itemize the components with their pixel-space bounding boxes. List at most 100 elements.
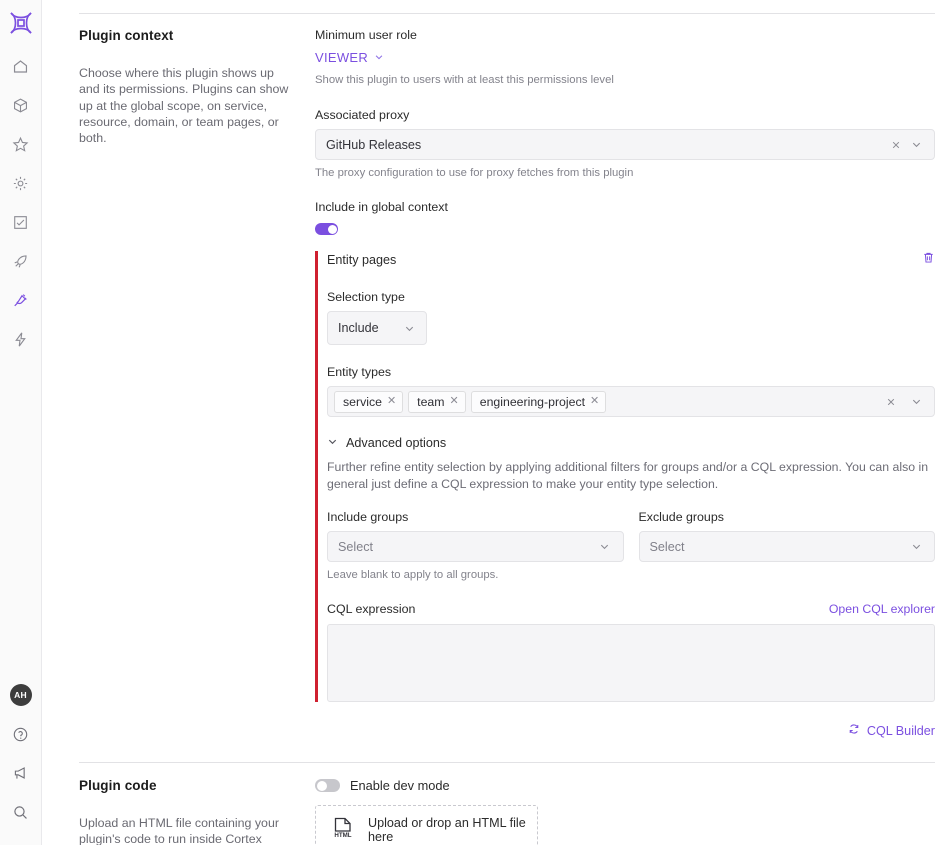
chip-remove-icon[interactable]: ✕	[590, 396, 599, 407]
sidebar-item-reports[interactable]	[5, 206, 37, 238]
help-button[interactable]	[5, 718, 37, 750]
chip-label: team	[417, 394, 445, 409]
dev-mode-label: Enable dev mode	[350, 778, 450, 793]
selection-type-value: Include	[338, 321, 379, 335]
sidebar-item-settings[interactable]	[5, 167, 37, 199]
exclude-groups-field: Exclude groups Select	[638, 510, 935, 562]
toggle-knob	[316, 780, 327, 791]
min-user-role-select[interactable]: VIEWER	[315, 50, 384, 65]
scorecard-icon	[12, 214, 29, 231]
include-global-context-label: Include in global context	[315, 200, 448, 214]
plugin-code-info: Plugin code Upload an HTML file containi…	[79, 778, 315, 845]
dev-mode-toggle[interactable]	[315, 779, 340, 792]
cql-builder-button[interactable]: CQL Builder	[315, 723, 935, 738]
exclude-groups-label: Exclude groups	[638, 510, 724, 524]
top-divider	[79, 13, 935, 14]
groups-row: Include groups Select Exclude groups Sel…	[327, 510, 935, 562]
cortex-logo-icon[interactable]	[6, 8, 36, 38]
search-icon	[12, 804, 29, 821]
toggle-knob	[327, 224, 337, 234]
cql-expression-textarea[interactable]	[327, 624, 935, 702]
plug-icon	[12, 292, 29, 309]
cql-header: CQL expression Open CQL explorer	[327, 602, 935, 616]
sidebar-item-scorecards[interactable]	[5, 128, 37, 160]
chevron-down-icon	[327, 436, 338, 450]
home-icon	[12, 58, 29, 75]
associated-proxy-label: Associated proxy	[315, 108, 410, 122]
page-title: Plugin context	[79, 28, 174, 43]
entity-pages-header: Entity pages	[327, 251, 935, 269]
groups-help-text: Leave blank to apply to all groups.	[327, 569, 499, 581]
html-upload-dropzone[interactable]: HTML Upload or drop an HTML file here	[315, 805, 538, 845]
include-groups-placeholder: Select	[338, 539, 374, 554]
sidebar-item-initiatives[interactable]	[5, 245, 37, 277]
open-cql-explorer-link[interactable]: Open CQL explorer	[829, 602, 935, 616]
selection-type-label: Selection type	[327, 290, 405, 304]
chip-label: service	[343, 394, 382, 409]
chevron-down-icon[interactable]	[906, 392, 926, 412]
sidebar-item-actions[interactable]	[5, 323, 37, 355]
chevron-down-icon[interactable]	[906, 135, 926, 155]
search-button[interactable]	[5, 796, 37, 828]
clear-icon[interactable]	[886, 135, 906, 155]
chevron-down-icon	[595, 537, 615, 557]
min-user-role-label: Minimum user role	[315, 28, 417, 42]
selection-type-field: Selection type Include	[327, 290, 935, 345]
chip: engineering-project ✕	[470, 390, 607, 413]
include-global-context-field: Include in global context	[315, 200, 935, 235]
trash-icon[interactable]	[922, 251, 935, 269]
include-groups-select[interactable]: Select	[327, 531, 624, 562]
app-root: AH Plugin context Choose where this plug…	[0, 0, 948, 845]
chip-remove-icon[interactable]: ✕	[450, 396, 459, 407]
help-circle-icon	[12, 726, 29, 743]
sidebar-item-plugins[interactable]	[5, 284, 37, 316]
chip: team ✕	[408, 390, 466, 413]
advanced-options-toggle[interactable]: Advanced options	[327, 436, 935, 450]
include-groups-label: Include groups	[327, 510, 409, 524]
rocket-icon	[12, 253, 29, 270]
associated-proxy-field: Associated proxy GitHub Releases The pro…	[315, 108, 935, 181]
plugin-code-title: Plugin code	[79, 778, 157, 793]
refresh-icon	[848, 723, 860, 738]
exclude-groups-placeholder: Select	[649, 539, 685, 554]
svg-text:HTML: HTML	[334, 832, 351, 839]
gear-icon	[12, 175, 29, 192]
min-user-role-value: VIEWER	[315, 50, 369, 65]
chip: service ✕	[334, 390, 404, 413]
associated-proxy-value: GitHub Releases	[326, 137, 422, 152]
entity-types-field: Entity types service ✕ team ✕ engineerin…	[327, 365, 935, 417]
advanced-options-block: Advanced options Further refine entity s…	[327, 436, 935, 702]
associated-proxy-help: The proxy configuration to use for proxy…	[315, 167, 634, 179]
announcements-button[interactable]	[5, 757, 37, 789]
chip-label: engineering-project	[479, 394, 586, 409]
plugin-context-form: Minimum user role VIEWER Show this plugi…	[315, 28, 935, 738]
include-global-context-toggle[interactable]	[315, 223, 338, 235]
sidebar-item-home[interactable]	[5, 50, 37, 82]
plugin-context-section: Plugin context Choose where this plugin …	[79, 28, 935, 738]
associated-proxy-select[interactable]: GitHub Releases	[315, 129, 935, 160]
rail-bottom-group: AH	[0, 684, 41, 835]
dropzone-label: Upload or drop an HTML file here	[368, 816, 526, 844]
chevron-down-icon	[374, 50, 384, 65]
clear-icon[interactable]	[881, 392, 901, 412]
plugin-code-description: Upload an HTML file containing your plug…	[79, 816, 279, 845]
advanced-options-description: Further refine entity selection by apply…	[327, 460, 929, 491]
selection-type-select[interactable]: Include	[327, 311, 427, 345]
lightning-icon	[12, 331, 29, 348]
chip-remove-icon[interactable]: ✕	[387, 396, 396, 407]
sidebar-item-catalog[interactable]	[5, 89, 37, 121]
min-user-role-field: Minimum user role VIEWER Show this plugi…	[315, 28, 935, 88]
star-icon	[12, 136, 29, 153]
include-groups-field: Include groups Select	[327, 510, 624, 562]
html-file-icon: HTML	[332, 816, 354, 845]
plugin-context-info: Plugin context Choose where this plugin …	[79, 28, 315, 738]
entity-types-input[interactable]: service ✕ team ✕ engineering-project ✕	[327, 386, 935, 417]
entity-pages-panel: Entity pages Selection type Include Enti…	[315, 251, 935, 702]
plugin-code-section: Plugin code Upload an HTML file containi…	[79, 778, 935, 845]
chevron-down-icon	[399, 318, 419, 338]
exclude-groups-select[interactable]: Select	[638, 531, 935, 562]
cube-icon	[12, 97, 29, 114]
avatar[interactable]: AH	[9, 684, 32, 706]
primary-navigation-rail: AH	[0, 0, 42, 845]
cql-expression-label: CQL expression	[327, 602, 416, 616]
